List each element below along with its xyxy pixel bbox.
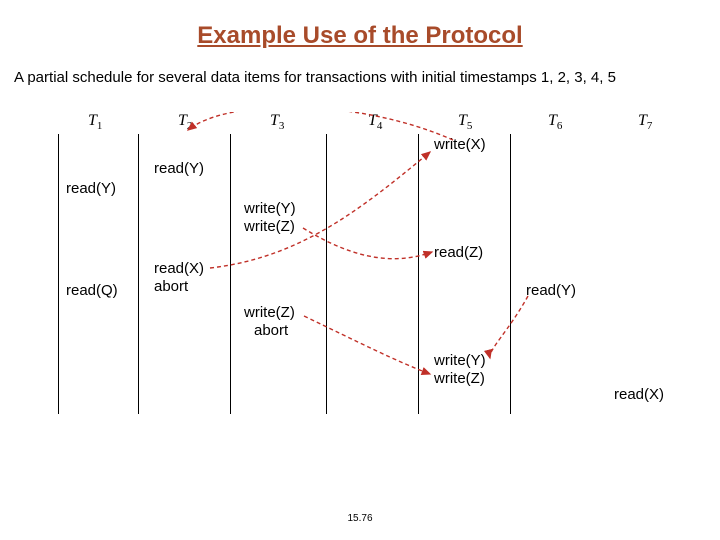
vline: [418, 134, 419, 414]
annotation-arrows: [58, 112, 690, 452]
col-header-2: T2: [178, 112, 192, 132]
op-t5-writeZ: write(Z): [434, 370, 485, 387]
op-t2-readY: read(Y): [154, 160, 204, 177]
col-header-1: T1: [88, 112, 102, 132]
page-title: Example Use of the Protocol: [0, 0, 720, 50]
op-t5-writeX: write(X): [434, 136, 486, 153]
op-t7-readX: read(X): [614, 386, 664, 403]
col-header-3: T3: [270, 112, 284, 132]
vline: [58, 134, 59, 414]
intro-text: A partial schedule for several data item…: [0, 50, 720, 88]
op-t3-writeZ1: write(Z): [244, 218, 295, 235]
col-header-6: T6: [548, 112, 562, 132]
vline: [230, 134, 231, 414]
op-t3-abort: abort: [254, 322, 288, 339]
col-header-7: T7: [638, 112, 652, 132]
col-header-5: T5: [458, 112, 472, 132]
op-t5-writeY: write(Y): [434, 352, 486, 369]
op-t2-readX: read(X): [154, 260, 204, 277]
slide-number: 15.76: [0, 513, 720, 524]
vline: [138, 134, 139, 414]
op-t1-readQ: read(Q): [66, 282, 118, 299]
op-t2-abort: abort: [154, 278, 188, 295]
col-header-4: T4: [368, 112, 382, 132]
vline: [326, 134, 327, 414]
op-t1-readY: read(Y): [66, 180, 116, 197]
op-t5-readZ: read(Z): [434, 244, 483, 261]
vline: [510, 134, 511, 414]
op-t6-readY: read(Y): [526, 282, 576, 299]
op-t3-writeZ2: write(Z): [244, 304, 295, 321]
op-t3-writeY: write(Y): [244, 200, 296, 217]
